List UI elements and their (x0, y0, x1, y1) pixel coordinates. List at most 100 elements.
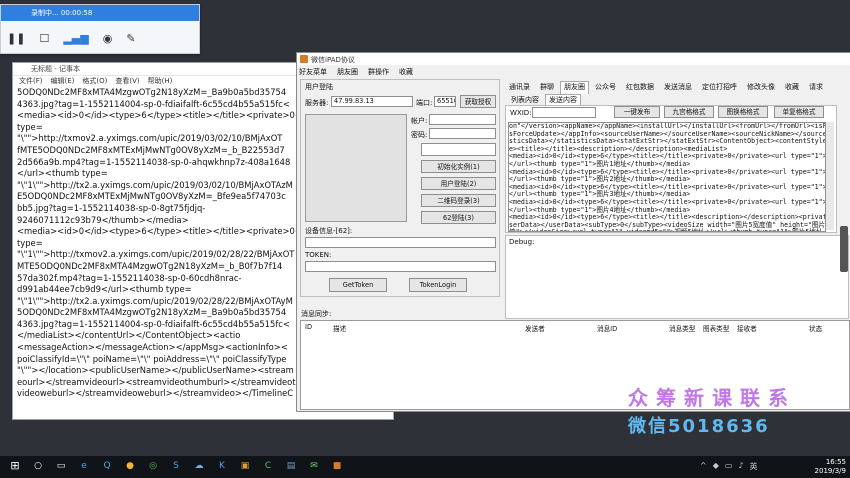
edge-browser-icon[interactable]: e (77, 459, 91, 473)
protocol-title: 微信iPAD协议 (311, 56, 355, 64)
menu-favorites[interactable]: 收藏 (399, 67, 413, 77)
pen-icon[interactable]: ✎ (126, 32, 135, 45)
watermark-line-1: 众筹新课联系 (628, 386, 796, 410)
tab-3[interactable]: 公众号 (591, 81, 620, 94)
user-login-button[interactable]: 用户登陆(2) (421, 177, 496, 190)
account-label: 帐户: (411, 117, 428, 125)
tab-8[interactable]: 收藏 (781, 81, 803, 94)
token-label: TOKEN: (305, 251, 332, 259)
col-msgtype: 消息类型 (669, 325, 696, 333)
account-input[interactable] (429, 114, 496, 125)
menu-format[interactable]: 格式(O) (82, 76, 107, 86)
app-q-icon[interactable]: Q (100, 459, 114, 473)
app-c-icon[interactable]: C (261, 459, 275, 473)
device-info-input[interactable] (305, 237, 496, 248)
cloud-icon[interactable]: ☁ (192, 459, 206, 473)
tray-lang[interactable]: 英 (750, 461, 758, 472)
tab-2[interactable]: 朋友圈 (560, 81, 589, 94)
clock-time: 16:55 (825, 458, 846, 466)
image-format-button[interactable]: 图换格格式 (718, 106, 768, 118)
tab-9[interactable]: 请求 (805, 81, 827, 94)
password-label: 密码: (411, 131, 428, 139)
app-db-icon[interactable]: ▤ (284, 459, 298, 473)
menu-view[interactable]: 查看(V) (115, 76, 139, 86)
watermark-line-2: 微信5018636 (628, 416, 770, 437)
app-s-icon[interactable]: S (169, 459, 183, 473)
camera-icon[interactable]: ◉ (103, 32, 113, 45)
taskbar-icons: ⊞ ○ ▭ e Q ● ◎ S ☁ K ▣ C ▤ ✉ ■ (8, 459, 344, 473)
publish-button[interactable]: 一键发布 (614, 106, 660, 118)
col-status: 状态 (809, 325, 823, 333)
clock[interactable]: 16:55 2019/3/9 (815, 458, 846, 476)
task-view-icon[interactable]: ▭ (54, 459, 68, 473)
login-62-button[interactable]: 62登陆(3) (421, 211, 496, 224)
recorder-controls: ❚❚ ☐ ▂▄▆ ◉ ✎ (7, 29, 136, 47)
nine-grid-button[interactable]: 九宫格格式 (664, 106, 714, 118)
media-icon[interactable]: ● (123, 459, 137, 473)
grid-header: ID 描述 发送者 消息ID 消息类型 图表类型 接收者 状态 (305, 323, 845, 333)
tray-volume-icon[interactable]: ♪ (738, 461, 743, 472)
tab-5[interactable]: 发送消息 (660, 81, 696, 94)
app-icon (300, 55, 308, 63)
wxid-label: WXID: (510, 109, 532, 117)
col-receiver: 接收者 (737, 325, 757, 333)
blank-input[interactable] (421, 143, 496, 156)
screen-recorder-toolbar: 录制中... 00:00:58 ❚❚ ☐ ▂▄▆ ◉ ✎ (0, 4, 200, 54)
debug-label: Debug: (509, 238, 535, 246)
init-instance-button[interactable]: 初始化实例(1) (421, 160, 496, 173)
xml-content-editor[interactable]: on"</version><appName></appName><install… (508, 122, 826, 232)
qr-login-button[interactable]: 二维码登录(3) (421, 194, 496, 207)
single-format-button[interactable]: 单复格格式 (774, 106, 824, 118)
audio-level-icon[interactable]: ▂▄▆ (63, 32, 88, 45)
tab-0[interactable]: 通讯录 (505, 81, 534, 94)
qr-code-area (305, 114, 407, 222)
tray-up-icon[interactable]: ^ (700, 461, 707, 472)
windows-start-icon[interactable]: ⊞ (8, 459, 22, 473)
tab-4[interactable]: 红包数据 (622, 81, 658, 94)
tab-7[interactable]: 修改头像 (743, 81, 779, 94)
tray-network-icon[interactable]: ▭ (725, 461, 733, 472)
tray-app-icon[interactable]: ◆ (713, 461, 719, 472)
search-icon[interactable]: ○ (31, 459, 45, 473)
pause-icon[interactable]: ❚❚ (7, 32, 25, 45)
taskbar: ⊞ ○ ▭ e Q ● ◎ S ☁ K ▣ C ▤ ✉ ■ ^ ◆ ▭ ♪ 英 … (0, 456, 850, 478)
port-input[interactable]: 65510 (434, 96, 456, 107)
ipad-protocol-window: 微信iPAD协议 好友菜单 朋友圈 群操作 收藏 用户登陆 服务器: 47.99… (296, 52, 850, 412)
menu-friends[interactable]: 好友菜单 (299, 67, 327, 77)
token-login-button[interactable]: TokenLogin (409, 278, 467, 292)
col-sender: 发送者 (525, 325, 545, 333)
notepad-title: 无标题 - 记事本 (31, 65, 80, 73)
get-token-button[interactable]: GetToken (329, 278, 387, 292)
xml-line: 值"></videoSize><url type="1" videomd5=""… (509, 229, 825, 231)
wechat-icon[interactable]: ✉ (307, 459, 321, 473)
menu-edit[interactable]: 编辑(E) (51, 76, 75, 86)
wxid-input[interactable] (532, 107, 596, 118)
col-id: ID (305, 323, 313, 331)
app-k-icon[interactable]: K (215, 459, 229, 473)
app-avatar-icon[interactable]: ■ (330, 459, 344, 473)
desktop-side-handle[interactable] (840, 226, 848, 272)
tab-6[interactable]: 定位打招呼 (698, 81, 741, 94)
get-auth-button[interactable]: 获取授权 (460, 95, 496, 108)
server-label: 服务器: (305, 99, 329, 107)
chrome-icon[interactable]: ◎ (146, 459, 160, 473)
menu-moments[interactable]: 朋友圈 (337, 67, 358, 77)
menu-group[interactable]: 群操作 (368, 67, 389, 77)
password-input[interactable] (429, 128, 496, 139)
menu-help[interactable]: 帮助(H) (148, 76, 173, 86)
menu-file[interactable]: 文件(F) (19, 76, 43, 86)
server-input[interactable]: 47.99.83.13 (331, 96, 413, 107)
send-panel: WXID: 一键发布 九宫格格式 图换格格式 单复格格式 on"</versio… (505, 105, 837, 233)
login-group-label: 用户登陆 (305, 83, 333, 91)
device-info-label: 设备信息-[62]: (305, 227, 353, 235)
protocol-titlebar: 微信iPAD协议 (297, 53, 850, 65)
message-sync-label: 消息同步: (301, 310, 332, 318)
col-desc: 描述 (333, 325, 347, 333)
tab-1[interactable]: 群聊 (536, 81, 558, 94)
token-input[interactable] (305, 261, 496, 272)
app-image-icon[interactable]: ▣ (238, 459, 252, 473)
stop-icon[interactable]: ☐ (39, 32, 49, 45)
clock-date: 2019/3/9 (814, 467, 846, 475)
protocol-menu: 好友菜单 朋友圈 群操作 收藏 (299, 67, 413, 77)
xml-scrollbar[interactable] (826, 122, 834, 230)
